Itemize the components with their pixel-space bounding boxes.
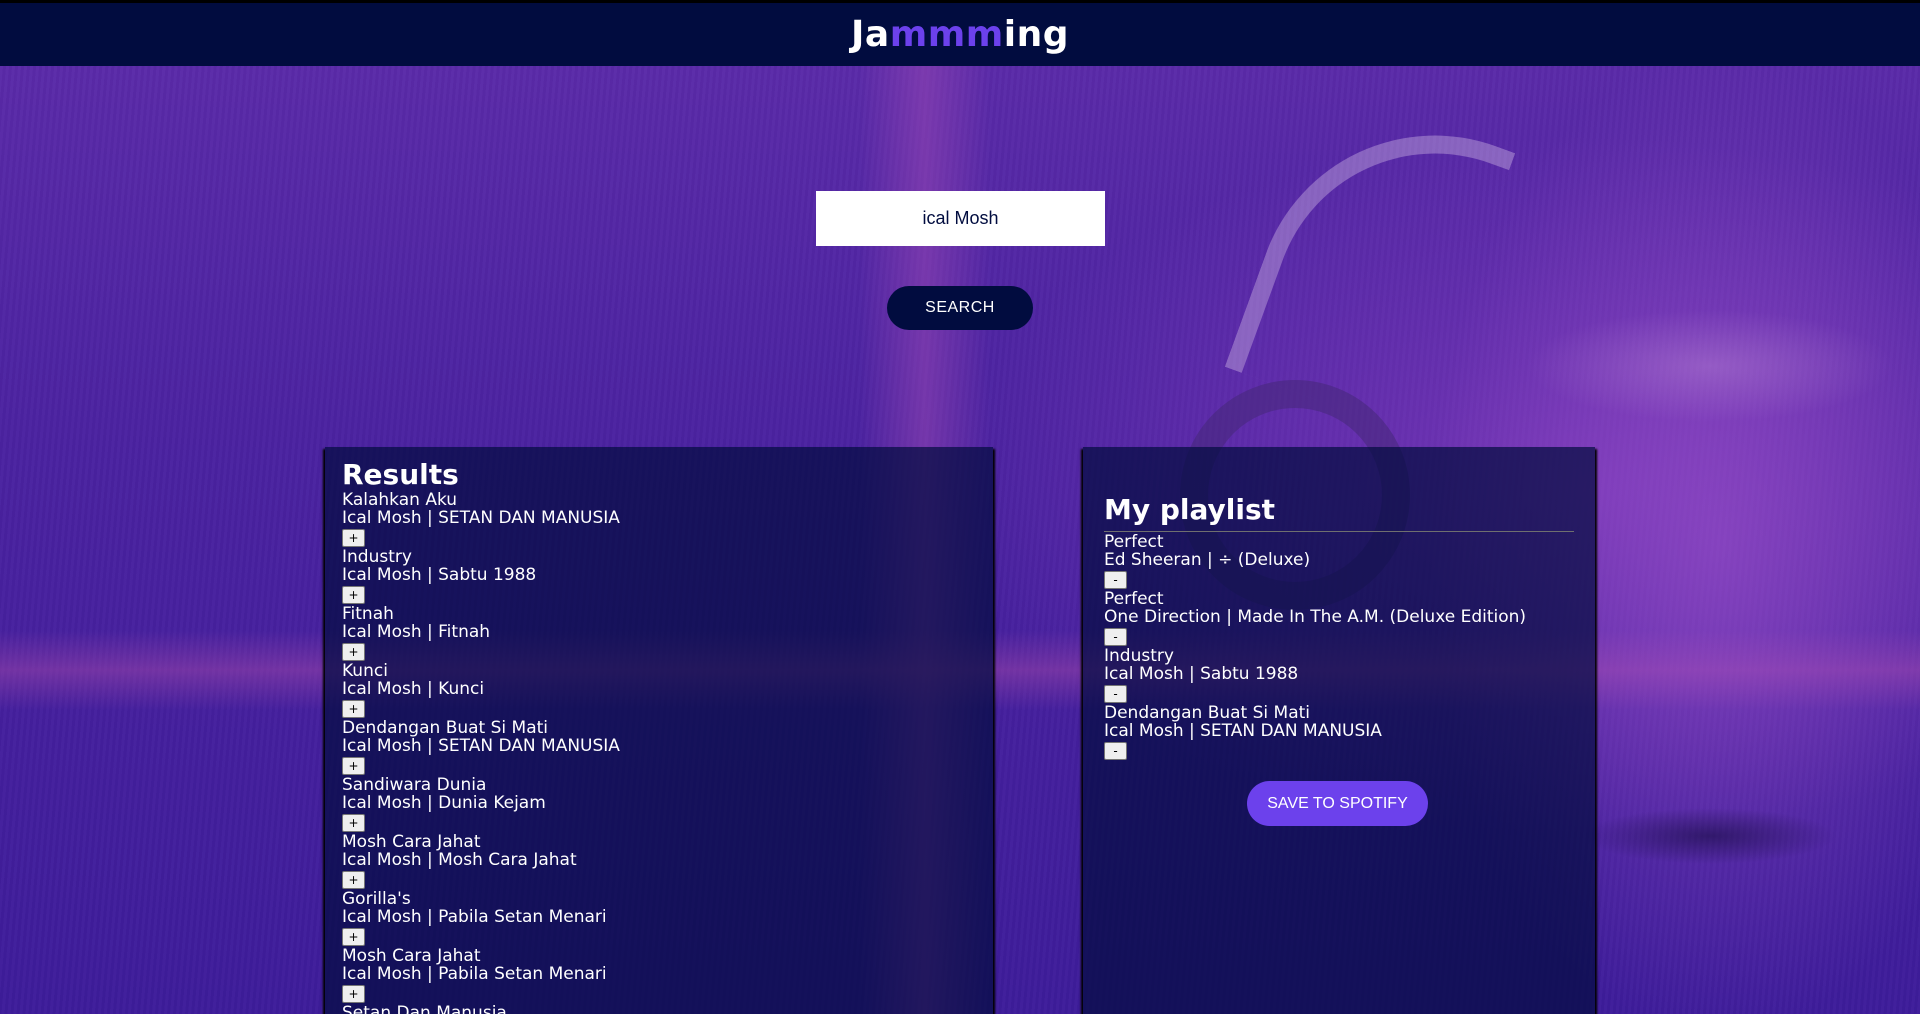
- app-logo: Jammming: [851, 14, 1069, 55]
- list-item: Perfect One Direction | Made In The A.M.…: [1104, 590, 1574, 647]
- add-track-button[interactable]: +: [342, 871, 365, 889]
- add-track-button[interactable]: +: [342, 985, 365, 1003]
- top-bar: Jammming: [0, 0, 1920, 66]
- remove-track-button[interactable]: -: [1104, 571, 1127, 589]
- add-track-button[interactable]: +: [342, 529, 365, 547]
- track-info: Ical Mosh | Fitnah: [342, 622, 491, 642]
- list-item: Sandiwara Dunia Ical Mosh | Dunia Kejam …: [342, 776, 976, 833]
- track-name: Industry: [342, 547, 412, 567]
- logo-suffix: ing: [1003, 14, 1069, 55]
- list-item: Dendangan Buat Si Mati Ical Mosh | SETAN…: [1104, 704, 1574, 761]
- playlist-title[interactable]: My playlist: [1104, 491, 1574, 532]
- track-info: Ed Sheeran | ÷ (Deluxe): [1104, 550, 1311, 570]
- list-item: Perfect Ed Sheeran | ÷ (Deluxe) -: [1104, 533, 1574, 590]
- track-name: Dendangan Buat Si Mati: [1104, 703, 1311, 723]
- track-info: Ical Mosh | SETAN DAN MANUSIA: [1104, 721, 1382, 741]
- playlist-track-list[interactable]: Perfect Ed Sheeran | ÷ (Deluxe) - Perfec…: [1104, 533, 1574, 761]
- track-name: Industry: [1104, 646, 1174, 666]
- track-name: Kalahkan Aku: [342, 490, 458, 510]
- add-track-button[interactable]: +: [342, 643, 365, 661]
- remove-track-button[interactable]: -: [1104, 685, 1127, 703]
- track-name: Gorilla's: [342, 889, 411, 909]
- track-name: Perfect: [1104, 589, 1164, 609]
- remove-track-button[interactable]: -: [1104, 628, 1127, 646]
- playlist-panel: My playlist Perfect Ed Sheeran | ÷ (Delu…: [1083, 447, 1595, 1014]
- track-info: Ical Mosh | SETAN DAN MANUSIA: [342, 508, 620, 528]
- add-track-button[interactable]: +: [342, 757, 365, 775]
- list-item: Gorilla's Ical Mosh | Pabila Setan Menar…: [342, 890, 976, 947]
- track-info: Ical Mosh | Dunia Kejam: [342, 793, 546, 813]
- search-button[interactable]: SEARCH: [887, 286, 1033, 330]
- track-info: Ical Mosh | SETAN DAN MANUSIA: [342, 736, 620, 756]
- list-item: Industry Ical Mosh | Sabtu 1988 -: [1104, 647, 1574, 704]
- add-track-button[interactable]: +: [342, 814, 365, 832]
- track-name: Perfect: [1104, 532, 1164, 552]
- add-track-button[interactable]: +: [342, 700, 365, 718]
- track-name: Fitnah: [342, 604, 394, 624]
- add-track-button[interactable]: +: [342, 586, 365, 604]
- track-info: Ical Mosh | Sabtu 1988: [1104, 664, 1299, 684]
- track-info: One Direction | Made In The A.M. (Deluxe…: [1104, 607, 1527, 627]
- track-info: Ical Mosh | Kunci: [342, 679, 485, 699]
- add-track-button[interactable]: +: [342, 928, 365, 946]
- list-item: Mosh Cara Jahat Ical Mosh | Mosh Cara Ja…: [342, 833, 976, 890]
- logo-accent: mmm: [889, 14, 1004, 55]
- results-title: Results: [342, 458, 459, 491]
- list-item: Kalahkan Aku Ical Mosh | SETAN DAN MANUS…: [342, 491, 976, 548]
- list-item: Kunci Ical Mosh | Kunci +: [342, 662, 976, 719]
- search-input[interactable]: [816, 191, 1105, 246]
- track-info: Ical Mosh | Pabila Setan Menari: [342, 907, 607, 927]
- track-info: Ical Mosh | Sabtu 1988: [342, 565, 537, 585]
- list-item: Setan Dan Manusia +: [342, 1004, 976, 1014]
- track-info: Ical Mosh | Mosh Cara Jahat: [342, 850, 577, 870]
- list-item: Mosh Cara Jahat Ical Mosh | Pabila Setan…: [342, 947, 976, 1004]
- list-item: Fitnah Ical Mosh | Fitnah +: [342, 605, 976, 662]
- results-panel: Results Kalahkan Aku Ical Mosh | SETAN D…: [325, 447, 993, 1014]
- track-name: Setan Dan Manusia: [342, 1003, 507, 1014]
- list-item: Dendangan Buat Si Mati Ical Mosh | SETAN…: [342, 719, 976, 776]
- results-track-list[interactable]: Kalahkan Aku Ical Mosh | SETAN DAN MANUS…: [342, 491, 976, 1014]
- track-name: Kunci: [342, 661, 388, 681]
- track-name: Sandiwara Dunia: [342, 775, 487, 795]
- track-name: Mosh Cara Jahat: [342, 832, 481, 852]
- track-name: Mosh Cara Jahat: [342, 946, 481, 966]
- remove-track-button[interactable]: -: [1104, 742, 1127, 760]
- list-item: Industry Ical Mosh | Sabtu 1988 +: [342, 548, 976, 605]
- save-to-spotify-button[interactable]: SAVE TO SPOTIFY: [1247, 781, 1428, 826]
- track-info: Ical Mosh | Pabila Setan Menari: [342, 964, 607, 984]
- logo-prefix: Ja: [851, 14, 890, 55]
- track-name: Dendangan Buat Si Mati: [342, 718, 549, 738]
